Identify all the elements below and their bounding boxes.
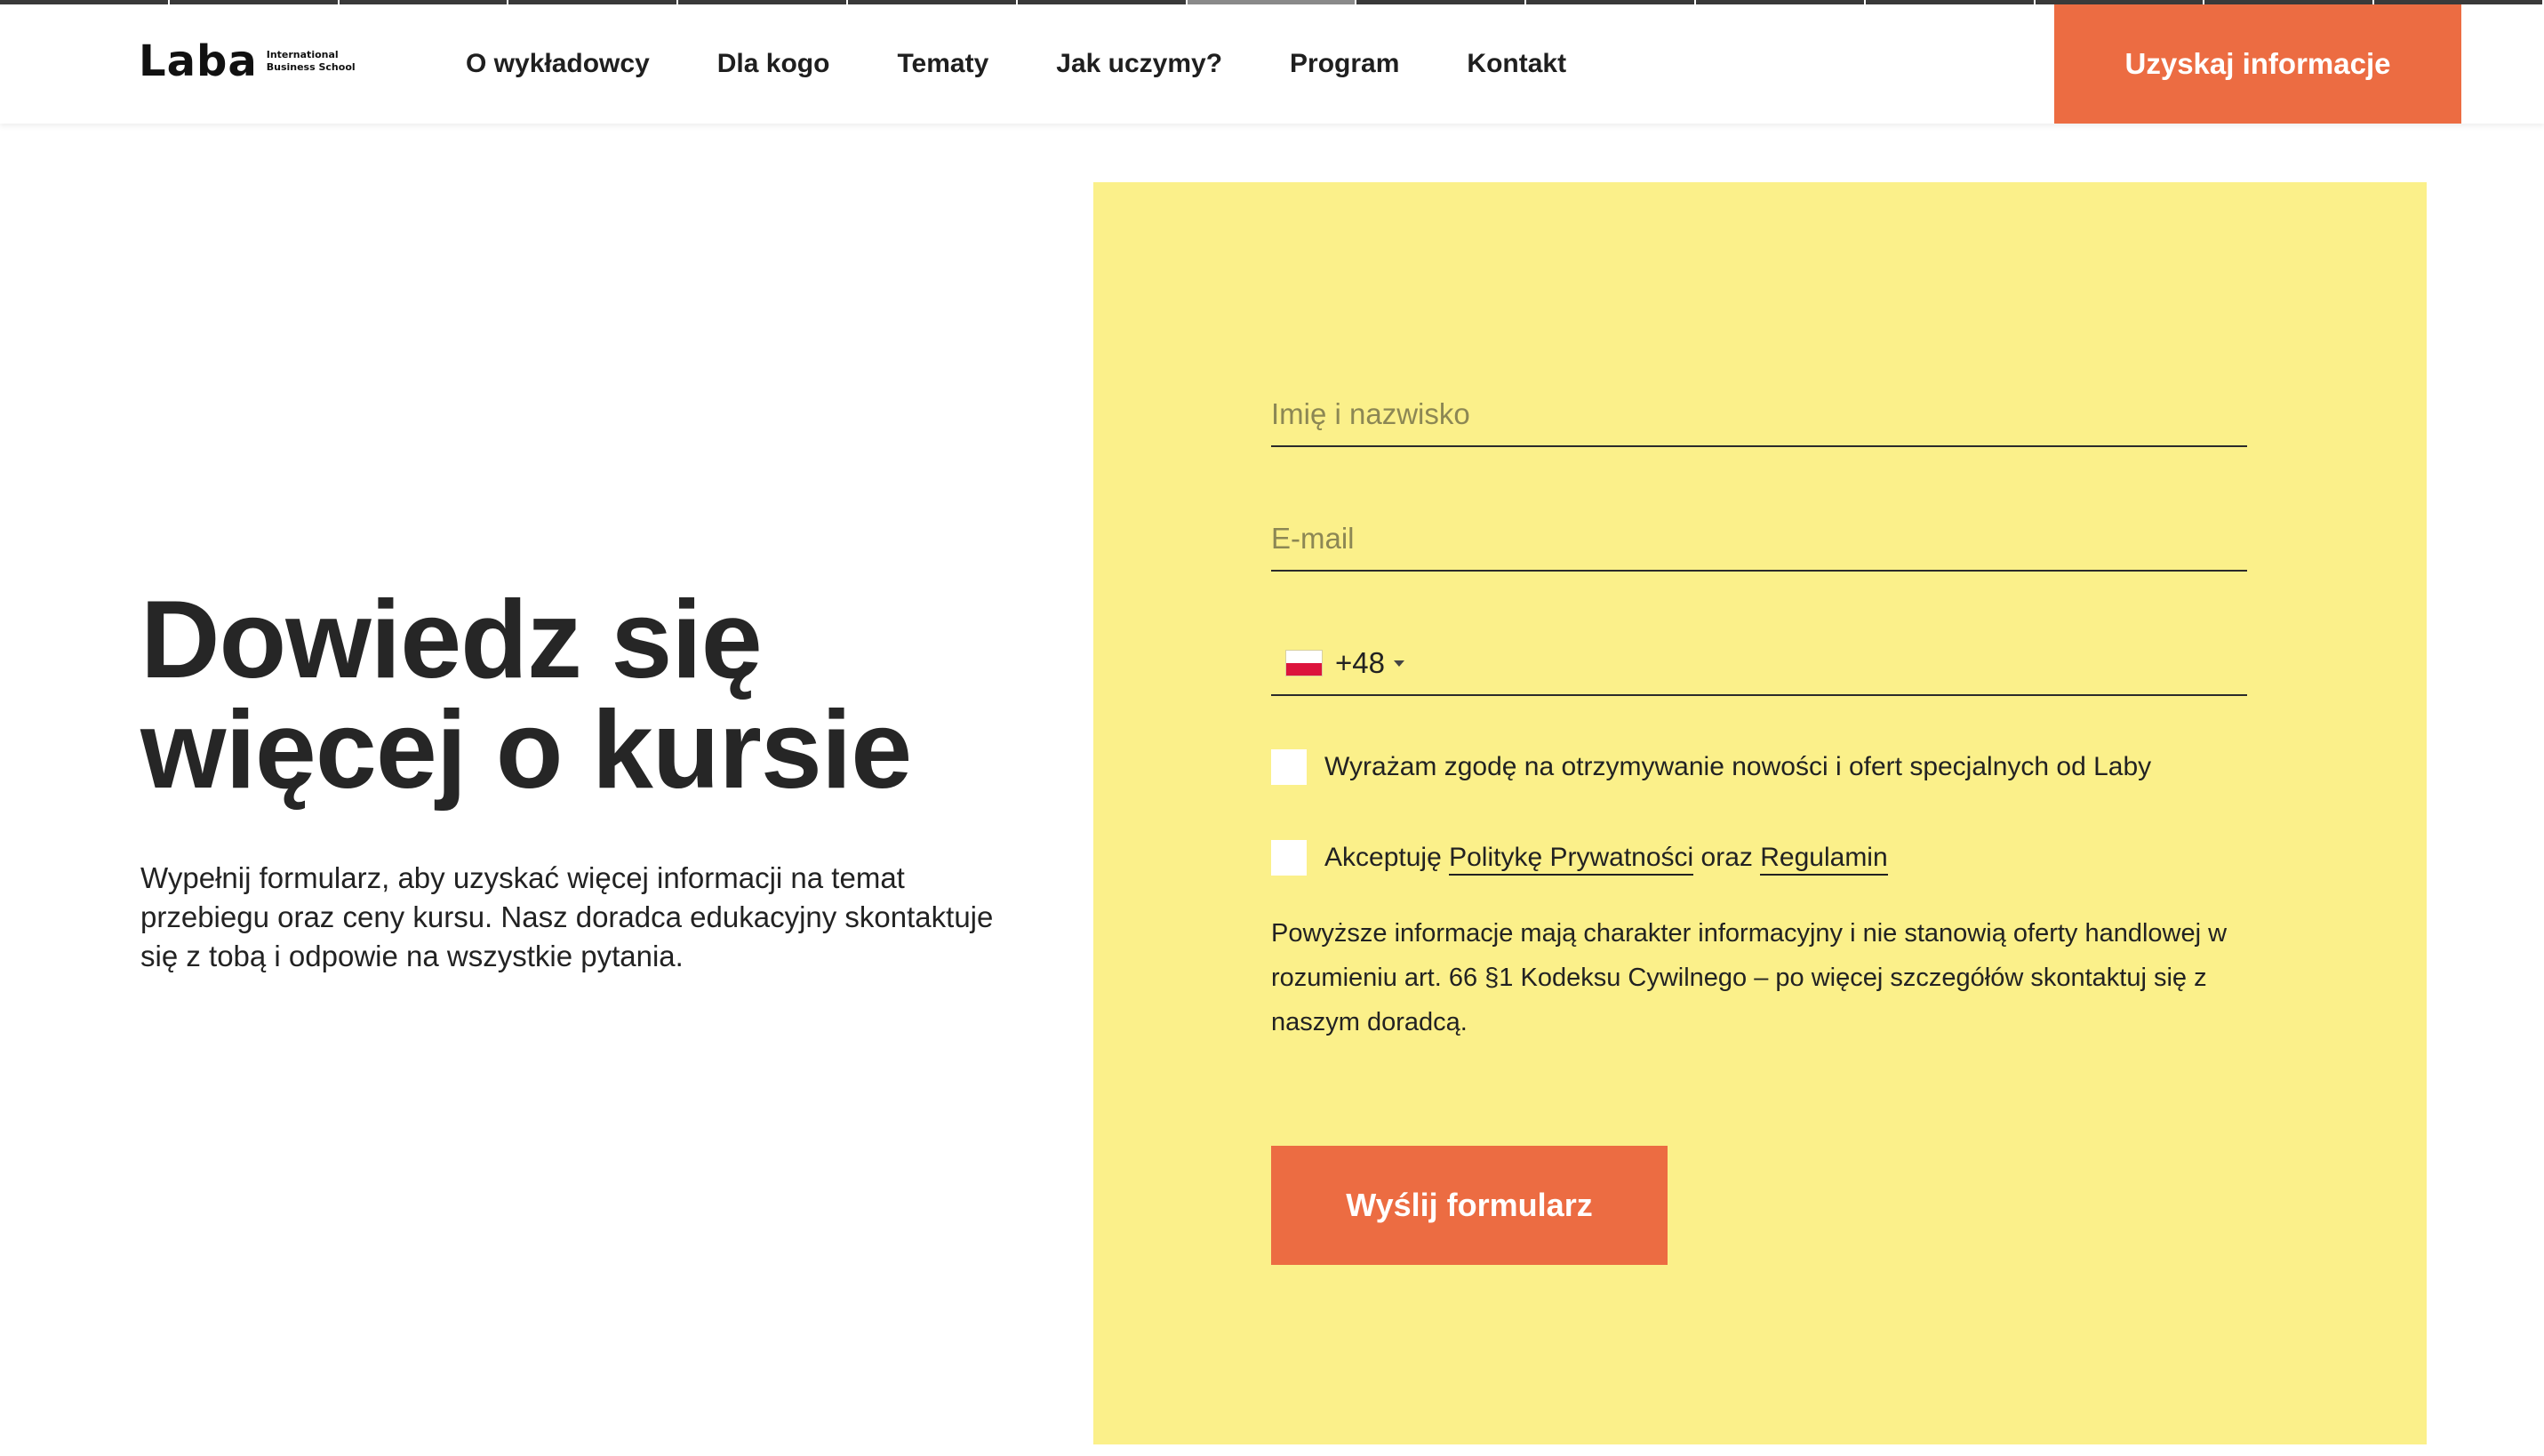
phone-input[interactable] (1421, 632, 2247, 694)
logo-tagline: International Business School (267, 49, 356, 74)
nav-item-kontakt[interactable]: Kontakt (1467, 49, 1566, 79)
email-input[interactable] (1271, 508, 2247, 570)
nav-item-o-wykladowcy[interactable]: O wykładowcy (466, 49, 650, 79)
nav-item-tematy[interactable]: Tematy (897, 49, 988, 79)
site-header: Laba International Business School O wyk… (0, 4, 2544, 124)
newsletter-consent-row: Wyrażam zgodę na otrzymywanie nowości i … (1271, 749, 2151, 785)
logo-tagline-line2: Business School (266, 61, 356, 73)
terms-consent-checkbox[interactable] (1271, 840, 1307, 876)
terms-joiner: oraz (1700, 843, 1753, 872)
name-input[interactable] (1271, 383, 2247, 445)
logo-wordmark: Laba (139, 36, 258, 86)
main-nav: O wykładowcy Dla kogo Tematy Jak uczymy?… (466, 4, 1634, 124)
country-code-selector[interactable]: +48 (1285, 646, 1404, 680)
email-field (1271, 508, 2247, 572)
terms-consent-row: Akceptuję Politykę Prywatności oraz Regu… (1271, 840, 1888, 876)
phone-field: +48 (1271, 632, 2247, 696)
name-field (1271, 383, 2247, 447)
newsletter-consent-checkbox[interactable] (1271, 749, 1307, 785)
nav-item-dla-kogo[interactable]: Dla kogo (717, 49, 830, 79)
contact-form-panel: +48 Wyrażam zgodę na otrzymywanie nowośc… (1093, 182, 2427, 1444)
intro-text: Wypełnij formularz, aby uzyskać więcej i… (140, 861, 994, 972)
terms-link[interactable]: Regulamin (1760, 843, 1888, 876)
logo-tagline-line1: International (266, 49, 339, 60)
nav-item-program[interactable]: Program (1290, 49, 1399, 79)
terms-consent-label: Akceptuję Politykę Prywatności oraz Regu… (1324, 843, 1888, 876)
nav-item-jak-uczymy[interactable]: Jak uczymy? (1056, 49, 1222, 79)
logo[interactable]: Laba International Business School (139, 36, 356, 86)
submit-form-button[interactable]: Wyślij formularz (1271, 1146, 1668, 1265)
caret-down-icon (1393, 660, 1404, 667)
page-title: Dowiedz się więcej o kursie (140, 579, 912, 812)
privacy-policy-link[interactable]: Politykę Prywatności (1449, 843, 1694, 876)
get-info-button[interactable]: Uzyskaj informacje (2054, 4, 2461, 124)
newsletter-consent-label: Wyrażam zgodę na otrzymywanie nowości i … (1324, 752, 2152, 781)
terms-prefix: Akceptuję (1324, 843, 1442, 872)
dial-code: +48 (1335, 646, 1385, 679)
poland-flag-icon (1285, 650, 1323, 676)
legal-disclaimer: Powyższe informacje mają charakter infor… (1271, 919, 2228, 1036)
